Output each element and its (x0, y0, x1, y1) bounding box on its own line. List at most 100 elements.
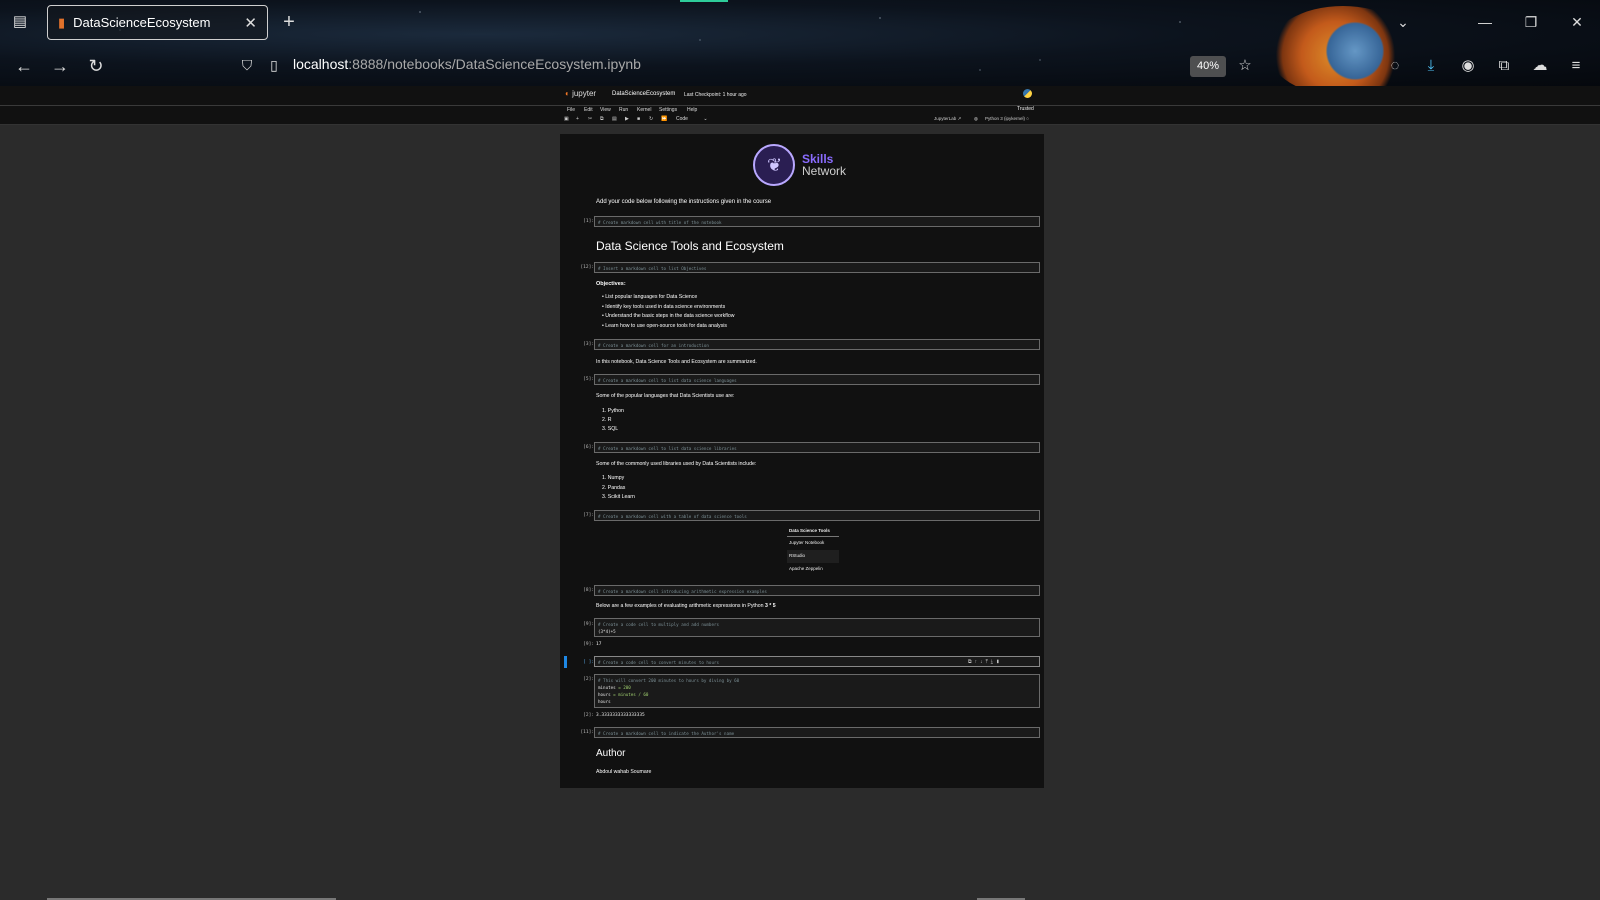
restart-icon[interactable]: ↻ (649, 116, 653, 122)
tab-active[interactable]: ▮ DataScienceEcosystem ✕ (47, 5, 268, 40)
new-tab-icon[interactable]: + (278, 12, 300, 34)
list-item: • List popular languages for Data Scienc… (602, 294, 698, 300)
notebook-name[interactable]: DataScienceEcosystem (612, 91, 675, 97)
code-line: minutes = 200 (598, 684, 1036, 691)
shield-extension-icon[interactable]: ◌ (1384, 55, 1406, 77)
tab-title: DataScienceEcosystem (73, 15, 211, 30)
menu-run[interactable]: Run (619, 107, 628, 113)
objective-text: Learn how to use open-source tools for d… (605, 323, 727, 329)
code-comment: # Create a markdown cell to indicate the… (598, 731, 735, 736)
objective-text: Understand the basic steps in the data s… (605, 313, 735, 319)
code-cell[interactable]: # Create a markdown cell to list data sc… (594, 442, 1040, 453)
forward-icon[interactable]: → (48, 55, 72, 77)
code-comment: # Create a code cell to multiply and add… (598, 622, 720, 627)
cell-prompt: [5]: (583, 377, 594, 382)
code-value: = 200 (618, 685, 631, 690)
kernel-status[interactable]: Python 3 (ipykernel) ○ (985, 116, 1029, 121)
zoom-indicator[interactable]: 40% (1190, 56, 1226, 77)
close-window-icon[interactable]: ✕ (1564, 12, 1590, 32)
tree-icon: ❦ (767, 155, 783, 175)
menu-settings[interactable]: Settings (659, 107, 677, 113)
active-cell-indicator (564, 656, 567, 668)
cell-toolbar: ⧉↑↓⤒⤓▮ (968, 659, 1003, 665)
cut-icon[interactable]: ✂ (588, 116, 592, 122)
account-icon[interactable]: ◉ (1457, 55, 1479, 77)
page-icon[interactable]: ▯ (265, 56, 283, 74)
code-cell[interactable]: # Create a markdown cell for an introduc… (594, 339, 1040, 350)
list-item: 3. Scikit Learn (602, 494, 635, 500)
trusted-indicator[interactable]: Trusted (1017, 106, 1034, 112)
menu-kernel[interactable]: Kernel (637, 107, 651, 113)
extensions-icon[interactable]: ⧉ (1493, 55, 1515, 77)
objectives-label: Objectives: (596, 281, 626, 287)
code-comment: # Create a markdown cell to list data sc… (598, 378, 737, 383)
copy-icon[interactable]: ⧉ (600, 116, 604, 122)
downloads-icon[interactable]: ⤓ (1420, 55, 1442, 77)
cell-prompt: [2]: (583, 677, 594, 682)
cell-prompt: [11]: (580, 730, 594, 735)
reload-icon[interactable]: ↻ (84, 55, 108, 77)
arithmetic-intro-text: Below are a few examples of evaluating a… (596, 603, 764, 609)
author-heading: Author (596, 748, 626, 759)
code-comment: # Create a markdown cell for an introduc… (598, 343, 709, 348)
table-header: Data Science Tools (787, 525, 839, 537)
menu-view[interactable]: View (600, 107, 611, 113)
code-identifier: minutes (598, 685, 616, 690)
code-cell[interactable]: # This will convert 200 minutes to hours… (594, 674, 1040, 708)
cell-prompt: [9]: (583, 622, 594, 627)
list-all-tabs-icon[interactable]: ⌄ (1390, 12, 1416, 32)
arithmetic-intro: Below are a few examples of evaluating a… (596, 603, 776, 609)
insert-cell-icon[interactable]: + (576, 116, 579, 122)
code-cell[interactable]: # Create a markdown cell to list data sc… (594, 374, 1040, 385)
cell-prompt: [8]: (583, 588, 594, 593)
list-item: 2. R (602, 417, 612, 423)
code-comment: # Create a markdown cell introducing ari… (598, 589, 767, 594)
run-icon[interactable]: ▶ (625, 116, 629, 122)
menu-edit[interactable]: Edit (584, 107, 593, 113)
shield-icon[interactable]: ⛉ (238, 56, 256, 74)
duplicate-cell-icon[interactable]: ⧉ (968, 659, 975, 665)
sync-icon[interactable]: ☁ (1529, 55, 1551, 77)
skills-network-logo: ❦ (753, 144, 795, 186)
checkpoint-status: Last Checkpoint: 1 hour ago (684, 92, 747, 98)
jupyter-toolbar (0, 115, 1600, 125)
tab-list-icon[interactable]: ▤ (10, 12, 30, 32)
menu-file[interactable]: File (567, 107, 575, 113)
browser-chrome: ▤ ▮ DataScienceEcosystem ✕ + ⌄ — ❐ ✕ ← →… (0, 0, 1600, 96)
paste-icon[interactable]: ▤ (612, 116, 617, 122)
minimize-icon[interactable]: — (1472, 12, 1498, 32)
hamburger-menu-icon[interactable]: ≡ (1565, 55, 1587, 77)
code-cell[interactable]: # Create markdown cell with title of the… (594, 216, 1040, 227)
delete-cell-icon[interactable]: ▮ (996, 659, 1003, 665)
cell-type-select[interactable]: Code ⌄ (676, 116, 708, 122)
cell-type-value: Code (676, 116, 688, 122)
jupyter-logo-icon: ◐ (565, 89, 570, 98)
back-icon[interactable]: ← (12, 55, 36, 77)
code-cell[interactable]: # Create a code cell to multiply and add… (594, 618, 1040, 637)
list-item: • Identify key tools used in data scienc… (602, 304, 726, 310)
code-line: (3*4)+5 (598, 629, 616, 634)
cell-output: 17 (596, 642, 602, 647)
jupyterlab-link-text: JupyterLab (934, 116, 957, 121)
restore-icon[interactable]: ❐ (1518, 12, 1544, 32)
notebook-title: Data Science Tools and Ecosystem (596, 239, 784, 253)
code-cell[interactable]: # Create a markdown cell to indicate the… (594, 727, 1040, 738)
debugger-icon[interactable]: ◍ (974, 116, 978, 122)
list-item: 3. SQL (602, 426, 619, 432)
tab-close-icon[interactable]: ✕ (244, 14, 257, 32)
code-cell[interactable]: # Create a markdown cell with a table of… (594, 510, 1040, 521)
course-instructions: Add your code below following the instru… (596, 199, 772, 205)
code-cell[interactable]: # Create a markdown cell introducing ari… (594, 585, 1040, 596)
cell-prompt: [7]: (583, 513, 594, 518)
restart-run-all-icon[interactable]: ⏩ (661, 116, 667, 122)
objective-text: List popular languages for Data Science (605, 294, 698, 300)
code-cell[interactable]: # Insert a markdown cell to list Objecti… (594, 262, 1040, 273)
save-icon[interactable]: ▣ (564, 116, 569, 122)
chevron-down-icon: ⌄ (703, 116, 708, 122)
stop-icon[interactable]: ■ (637, 116, 640, 122)
jupyter-logo[interactable]: ◐ jupyter (565, 89, 596, 98)
bookmark-star-icon[interactable]: ☆ (1234, 55, 1256, 77)
jupyterlab-link[interactable]: JupyterLab ↗ (934, 116, 961, 122)
url-bar[interactable]: localhost:8888/notebooks/DataScienceEcos… (293, 56, 641, 72)
menu-help[interactable]: Help (687, 107, 697, 113)
